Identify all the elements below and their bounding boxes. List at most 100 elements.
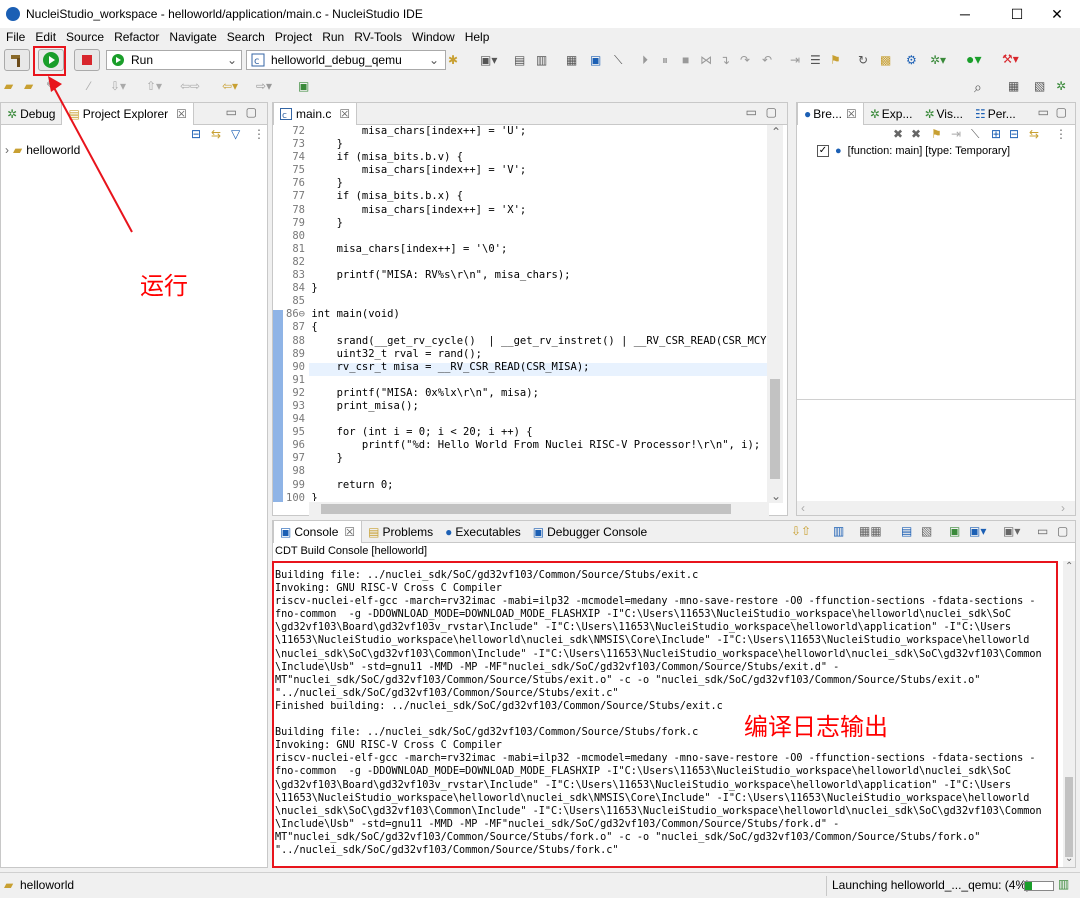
- open-console-icon[interactable]: ▣: [949, 524, 960, 538]
- scroll-left-icon[interactable]: ‹: [801, 501, 805, 515]
- code-line[interactable]: 84 }: [279, 282, 769, 295]
- close-button[interactable]: ✕: [1034, 0, 1080, 28]
- code-line[interactable]: 83 printf("MISA: RV%s\r\n", misa_chars);: [279, 269, 769, 282]
- menu-navigate[interactable]: Navigate: [169, 30, 216, 44]
- goto-file-icon[interactable]: ⇥: [951, 127, 961, 141]
- tab-expressions[interactable]: ✲ Exp...: [864, 103, 919, 125]
- step-return-icon[interactable]: ↶: [762, 53, 772, 67]
- menu-help[interactable]: Help: [465, 30, 490, 44]
- menu-source[interactable]: Source: [66, 30, 104, 44]
- console-icon[interactable]: ▣: [590, 53, 601, 67]
- resume-icon[interactable]: ⏵: [642, 53, 648, 68]
- breakpoint-checkbox[interactable]: ✓: [817, 145, 829, 157]
- scroll-right-icon[interactable]: ›: [1061, 501, 1065, 515]
- debug-icon[interactable]: ⚑: [830, 53, 841, 67]
- code-line[interactable]: 96 printf("%d: Hello World From Nuclei R…: [279, 439, 769, 452]
- minimize-view-icon[interactable]: ▭: [226, 105, 237, 119]
- code-line[interactable]: 77 if (misa_bits.b.x) {: [279, 190, 769, 203]
- code-line[interactable]: 79 }: [279, 217, 769, 230]
- horizontal-scrollbar[interactable]: ‹ ›: [797, 501, 1075, 515]
- display-selected-icon[interactable]: ▧: [921, 524, 932, 538]
- maximize-view-icon[interactable]: ▢: [1056, 105, 1067, 119]
- tab-visualizer[interactable]: ✲ Vis...: [918, 103, 969, 125]
- code-line[interactable]: 73 }: [279, 138, 769, 151]
- launch-mode-select[interactable]: Run ⌄: [106, 50, 242, 70]
- perspective-c-icon[interactable]: ▧: [1034, 79, 1045, 93]
- link-with-debug-icon[interactable]: ⇆: [1029, 127, 1039, 141]
- tab-console[interactable]: ▣ Console ☒: [273, 520, 363, 543]
- scroll-thumb[interactable]: [1065, 777, 1073, 857]
- code-line[interactable]: 98: [279, 465, 769, 478]
- skip-breakpoints-icon[interactable]: ⟍: [614, 53, 622, 68]
- last-edit-icon[interactable]: ⇦⇨: [180, 79, 200, 93]
- code-line[interactable]: 85: [279, 295, 769, 308]
- expand-all-icon[interactable]: ⊞: [991, 127, 1001, 141]
- code-line[interactable]: 92 printf("MISA: 0x%lx\r\n", misa);: [279, 387, 769, 400]
- code-line[interactable]: 86⊖ int main(void): [279, 308, 769, 321]
- collapse-all-icon[interactable]: ⊟: [1009, 127, 1019, 141]
- scroll-up-icon[interactable]: ⌃: [1065, 561, 1073, 572]
- menu-search[interactable]: Search: [227, 30, 265, 44]
- h-scroll-thumb[interactable]: [321, 504, 731, 514]
- perspective-debug-icon[interactable]: ✲: [1056, 79, 1066, 93]
- list-icon[interactable]: ☰: [810, 53, 821, 67]
- menu-rv-tools[interactable]: RV-Tools: [354, 30, 402, 44]
- scroll-lock-icon[interactable]: ⇩⇧: [791, 524, 811, 538]
- minimize-view-icon[interactable]: ▭: [1037, 524, 1048, 538]
- launch-config-select[interactable]: c helloworld_debug_qemu ⌄: [246, 50, 446, 70]
- open-folder-icon[interactable]: ▰: [4, 79, 13, 93]
- maximize-view-icon[interactable]: ▢: [766, 105, 777, 119]
- collapse-all-icon[interactable]: ⊟: [191, 127, 201, 141]
- show-breakpoints-icon[interactable]: ⚑: [931, 127, 942, 141]
- run-history-icon[interactable]: ●▾: [966, 51, 981, 68]
- terminate-icon[interactable]: ■: [682, 53, 689, 67]
- code-line[interactable]: 82: [279, 256, 769, 269]
- scroll-up-icon[interactable]: ⌃: [771, 125, 781, 139]
- code-line[interactable]: 78 misa_chars[index++] = 'X';: [279, 204, 769, 217]
- settings-icon[interactable]: ⚙: [906, 53, 917, 67]
- instruction-step-icon[interactable]: ⇥: [790, 53, 800, 67]
- scroll-thumb[interactable]: [770, 379, 780, 479]
- perspective-icon[interactable]: ▩: [880, 53, 891, 67]
- menu-project[interactable]: Project: [275, 30, 312, 44]
- tab-executables[interactable]: ● Executables: [439, 521, 527, 543]
- menu-refactor[interactable]: Refactor: [114, 30, 159, 44]
- code-line[interactable]: 97 }: [279, 452, 769, 465]
- gear-icon[interactable]: ✱: [448, 53, 458, 67]
- link-editor-icon[interactable]: ⇆: [211, 127, 221, 141]
- code-line[interactable]: 80: [279, 230, 769, 243]
- horizontal-scrollbar[interactable]: [309, 502, 769, 516]
- code-line[interactable]: 100 }: [279, 492, 769, 501]
- skip-all-breakpoints-icon[interactable]: ⟍: [971, 127, 979, 142]
- menu-file[interactable]: File: [6, 30, 25, 44]
- code-line[interactable]: 76 }: [279, 177, 769, 190]
- tab-peripherals[interactable]: ☷ Per...: [969, 103, 1022, 125]
- maximize-view-icon[interactable]: ▢: [246, 105, 257, 119]
- new-console-icon[interactable]: ▣▾: [969, 524, 986, 538]
- menu-edit[interactable]: Edit: [35, 30, 56, 44]
- suspend-icon[interactable]: ⏸: [662, 53, 668, 68]
- code-area[interactable]: 72 misa_chars[index++] = 'U'; 73 } 74 if (…: [279, 125, 769, 501]
- code-line[interactable]: 93 print_misa();: [279, 400, 769, 413]
- open-perspective-icon[interactable]: ▦: [1008, 79, 1019, 93]
- tab-main-c[interactable]: c main.c ☒: [273, 102, 358, 125]
- refresh-icon[interactable]: ↻: [858, 53, 868, 67]
- debug-launch-icon[interactable]: ✲▾: [930, 53, 946, 67]
- tab-debugger-console[interactable]: ▣ Debugger Console: [527, 521, 653, 543]
- clear-console-icon[interactable]: ▦▦: [859, 524, 882, 538]
- menu-window[interactable]: Window: [412, 30, 455, 44]
- code-line[interactable]: 88 srand(__get_rv_cycle() | __get_rv_ins…: [279, 335, 769, 348]
- code-line[interactable]: 74 if (misa_bits.b.v) {: [279, 151, 769, 164]
- minimize-button[interactable]: ─: [942, 0, 988, 28]
- stop-button[interactable]: [74, 49, 100, 71]
- maximize-view-icon[interactable]: ▢: [1057, 524, 1068, 538]
- minimize-view-icon[interactable]: ▭: [1038, 105, 1049, 119]
- close-tab-icon[interactable]: ☒: [339, 107, 350, 121]
- back-icon[interactable]: ⇦▾: [222, 79, 238, 93]
- pin-console-icon[interactable]: ▥: [833, 524, 844, 538]
- view-menu-icon[interactable]: ⋮: [1055, 127, 1067, 141]
- close-tab-icon[interactable]: ☒: [176, 107, 187, 121]
- new-icon[interactable]: ▣▾: [480, 53, 497, 67]
- close-tab-icon[interactable]: ☒: [344, 525, 355, 539]
- vertical-scrollbar[interactable]: ⌃ ⌄: [767, 125, 783, 503]
